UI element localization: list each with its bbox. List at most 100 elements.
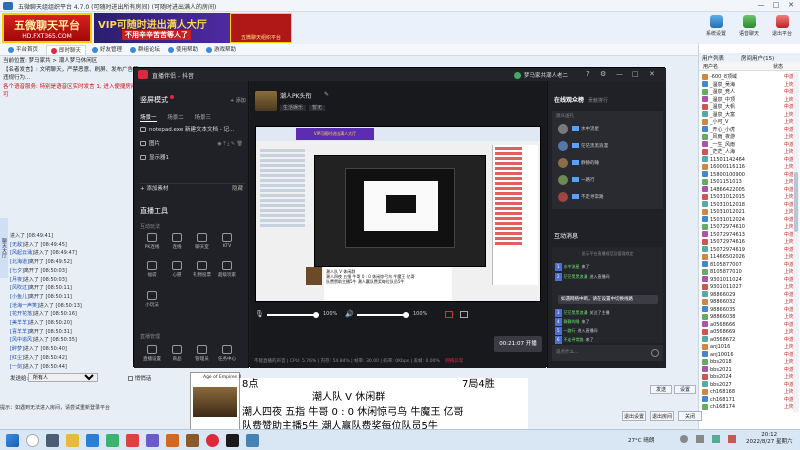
game-app-icon[interactable] bbox=[186, 434, 199, 447]
table-row[interactable]: ch168174 上岗 bbox=[702, 403, 798, 411]
chat-name[interactable]: [小鱼儿] bbox=[10, 294, 29, 300]
rank-tab[interactable]: 贡献排行 bbox=[588, 98, 608, 104]
add-source-button[interactable]: + 添加素材 隐藏 bbox=[140, 183, 245, 194]
send-button[interactable]: 发送 bbox=[650, 385, 672, 394]
speaker-volume-slider[interactable] bbox=[357, 312, 409, 318]
maximize-button[interactable]: □ bbox=[769, 1, 783, 11]
source-controls-icon[interactable]: ◉ ⤒ ⤓ ✎ 🗑 bbox=[217, 139, 243, 150]
edit-icon[interactable]: ✎ bbox=[324, 91, 329, 98]
chat-name[interactable]: [月夜] bbox=[10, 277, 24, 283]
minimize-button[interactable]: — bbox=[754, 1, 768, 11]
start-icon[interactable] bbox=[6, 434, 19, 447]
scene-mode[interactable]: 竖屏模式 bbox=[140, 95, 175, 105]
tool-fans[interactable]: 礼物投票 bbox=[190, 261, 214, 278]
tray-app-icon[interactable] bbox=[712, 435, 720, 443]
hide-sources-button[interactable]: 隐藏 bbox=[232, 184, 243, 195]
chat-name[interactable]: [七夕] bbox=[10, 268, 24, 274]
exit-settings-button[interactable]: 退出设置 bbox=[622, 411, 646, 421]
list-item[interactable]: 茫茫黑黑浪漫 bbox=[558, 140, 658, 153]
tool-manage[interactable]: 管理员 bbox=[190, 345, 214, 362]
message-user[interactable]: 不走寻常路 bbox=[564, 337, 584, 342]
help-icon[interactable]: ? bbox=[586, 70, 590, 78]
list-item[interactable]: 不走寻常路 bbox=[558, 191, 658, 204]
taskbar-app-icon[interactable] bbox=[166, 434, 179, 447]
user-list-scrollbar[interactable] bbox=[793, 72, 799, 412]
network-notice[interactable]: 如遇网络中断，请在设置中切换线路 bbox=[558, 295, 658, 304]
chat-name[interactable]: [沧海一声笑] bbox=[10, 303, 39, 309]
search-icon[interactable] bbox=[26, 434, 39, 447]
tab-scene-1[interactable]: 场景一 bbox=[140, 115, 157, 122]
taskbar-thumbnail[interactable]: Age of Empires II bbox=[190, 372, 241, 432]
tool-task[interactable]: 任务中心 bbox=[215, 345, 239, 362]
tray-app-icon[interactable] bbox=[728, 435, 736, 443]
list-item[interactable]: 一路行 bbox=[558, 174, 658, 187]
close-room-button[interactable]: 关闭 bbox=[678, 411, 702, 421]
taskbar-app-icon[interactable] bbox=[226, 434, 239, 447]
tab-room-users[interactable]: 房间用户(15) bbox=[741, 54, 774, 62]
tab-game-help[interactable]: 游戏帮助 bbox=[202, 45, 240, 55]
chat-app-icon[interactable] bbox=[106, 434, 119, 447]
studio-maximize-button[interactable]: □ bbox=[632, 70, 639, 78]
chat-name[interactable]: [花开花落] bbox=[10, 311, 34, 317]
message-user[interactable]: 静静的睡 bbox=[564, 319, 580, 324]
category-tag[interactable]: 生活娱乐 bbox=[280, 105, 307, 111]
slider-knob[interactable] bbox=[403, 312, 409, 318]
tab-help[interactable]: 使用帮助 bbox=[164, 45, 202, 55]
chat-hall-strip[interactable]: 聊天大厅 bbox=[0, 218, 8, 278]
start-live-button[interactable]: 00:21:07 开播 bbox=[494, 336, 542, 352]
tool-mini[interactable]: 小玩法 bbox=[140, 291, 164, 308]
source-item-notepad[interactable]: notepad.exe 新建文本文档 - 记... bbox=[140, 125, 245, 136]
task-view-icon[interactable] bbox=[46, 434, 59, 447]
weather-widget[interactable]: 27°C 晴朗 bbox=[628, 436, 654, 444]
edge-icon[interactable] bbox=[86, 434, 99, 447]
list-item[interactable]: 水中流星 bbox=[558, 123, 658, 136]
slider-knob[interactable] bbox=[313, 312, 319, 318]
room-cover[interactable] bbox=[255, 91, 277, 111]
tool-gift[interactable]: 福袋 bbox=[140, 261, 164, 278]
record-icon[interactable] bbox=[445, 311, 453, 318]
message-user[interactable]: 茫茫黑黑浪漫 bbox=[564, 274, 588, 279]
system-settings-button[interactable]: 系统设置 bbox=[700, 15, 732, 37]
tool-wish[interactable]: 心愿 bbox=[165, 261, 189, 278]
tool-pk[interactable]: PK连线 bbox=[140, 233, 164, 250]
message-user[interactable]: 茫茫黑黑浪漫 bbox=[564, 310, 588, 315]
mic-volume-slider[interactable] bbox=[267, 312, 319, 318]
chat-name[interactable]: [风吹过] bbox=[10, 285, 29, 291]
tool-link[interactable]: 连线 bbox=[165, 233, 189, 250]
source-item-display[interactable]: 显示器1 bbox=[140, 153, 245, 164]
tab-scene-3[interactable]: 场景三 bbox=[195, 115, 212, 121]
tab-forum[interactable]: 群组论坛 bbox=[126, 45, 164, 55]
chat-name[interactable]: [红尘] bbox=[10, 355, 24, 361]
source-item-image[interactable]: 图片 ◉ ⤒ ⤓ ✎ 🗑 bbox=[140, 139, 245, 150]
exit-room-button[interactable]: 退出房间 bbox=[650, 411, 674, 421]
chat-name[interactable]: [一剑] bbox=[10, 364, 24, 370]
message-user[interactable]: 水中流星 bbox=[564, 264, 580, 269]
chat-name[interactable]: [北海道] bbox=[10, 259, 29, 265]
tool-shop[interactable]: 商品 bbox=[165, 345, 189, 362]
taskbar-app-icon[interactable] bbox=[126, 434, 139, 447]
tool-ktv[interactable]: KTV bbox=[215, 233, 239, 249]
tool-game[interactable]: 超级玩家 bbox=[215, 261, 239, 278]
scroll-thumb[interactable] bbox=[794, 172, 798, 232]
checkbox-box[interactable] bbox=[128, 376, 133, 381]
douyin-app-icon[interactable] bbox=[206, 434, 219, 447]
add-scene-button[interactable]: + 添加 bbox=[230, 97, 246, 104]
chat-name[interactable]: [风起云涌] bbox=[10, 250, 34, 256]
tab-chat[interactable]: 即时聊天 bbox=[46, 45, 87, 55]
emoji-icon[interactable] bbox=[651, 349, 659, 357]
chat-name[interactable]: [喜羊羊] bbox=[10, 329, 29, 335]
screenshot-icon[interactable] bbox=[460, 311, 468, 318]
voice-chat-button[interactable]: 语音聊天 bbox=[733, 15, 765, 37]
recipient-select[interactable]: 所有人 bbox=[28, 373, 98, 382]
studio-close-button[interactable]: ✕ bbox=[649, 70, 655, 78]
tab-user-list[interactable]: 用户列表 bbox=[702, 54, 724, 62]
microphone-icon[interactable]: 🎙 bbox=[255, 310, 264, 318]
settings-icon[interactable]: ⚙ bbox=[600, 70, 606, 78]
volume-icon[interactable] bbox=[696, 435, 704, 443]
list-item[interactable]: 静静的睡 bbox=[558, 157, 658, 170]
tab-friends[interactable]: 好友管理 bbox=[88, 45, 126, 55]
chat-name[interactable]: [醉梦] bbox=[10, 346, 24, 352]
chat-name[interactable]: [风中追风] bbox=[10, 337, 34, 343]
tab-home[interactable]: 平台首页 bbox=[4, 45, 42, 55]
tool-chat[interactable]: 聊天室 bbox=[190, 233, 214, 250]
